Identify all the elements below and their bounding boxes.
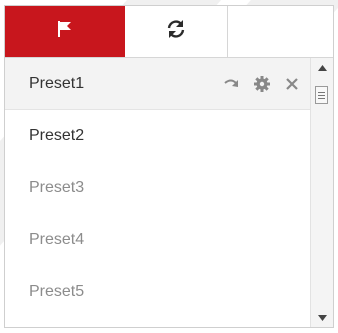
row-actions — [223, 75, 301, 93]
refresh-icon — [165, 18, 187, 45]
preset-label: Preset3 — [29, 179, 85, 196]
preset-label: Preset5 — [29, 283, 85, 300]
close-icon[interactable] — [283, 75, 301, 93]
settings-gear-icon[interactable] — [253, 75, 271, 93]
preset-row-1[interactable]: Preset1 — [5, 58, 311, 110]
scroll-up-arrow-icon[interactable] — [311, 60, 333, 76]
vertical-scrollbar[interactable] — [310, 58, 333, 327]
preset-label: Preset1 — [29, 74, 85, 92]
preset-label: Preset4 — [29, 231, 85, 248]
preset-list: Preset1 Preset2 Preset3 Preset4 Preset5 — [5, 58, 311, 327]
call-preset-icon[interactable] — [223, 75, 241, 93]
tab-patrol[interactable] — [125, 6, 228, 57]
preset-label: Preset2 — [29, 127, 85, 144]
tab-empty — [228, 6, 333, 57]
tab-bar — [5, 6, 333, 58]
tab-preset[interactable] — [5, 6, 125, 57]
ptz-preset-panel: Preset1 Preset2 Preset3 Preset4 Preset5 — [4, 5, 334, 328]
preset-row-3[interactable]: Preset3 — [5, 162, 311, 214]
flag-icon — [55, 19, 75, 44]
preset-row-5[interactable]: Preset5 — [5, 266, 311, 318]
scroll-thumb[interactable] — [315, 86, 328, 104]
preset-row-4[interactable]: Preset4 — [5, 214, 311, 266]
scroll-down-arrow-icon[interactable] — [311, 310, 333, 326]
preset-row-2[interactable]: Preset2 — [5, 110, 311, 162]
